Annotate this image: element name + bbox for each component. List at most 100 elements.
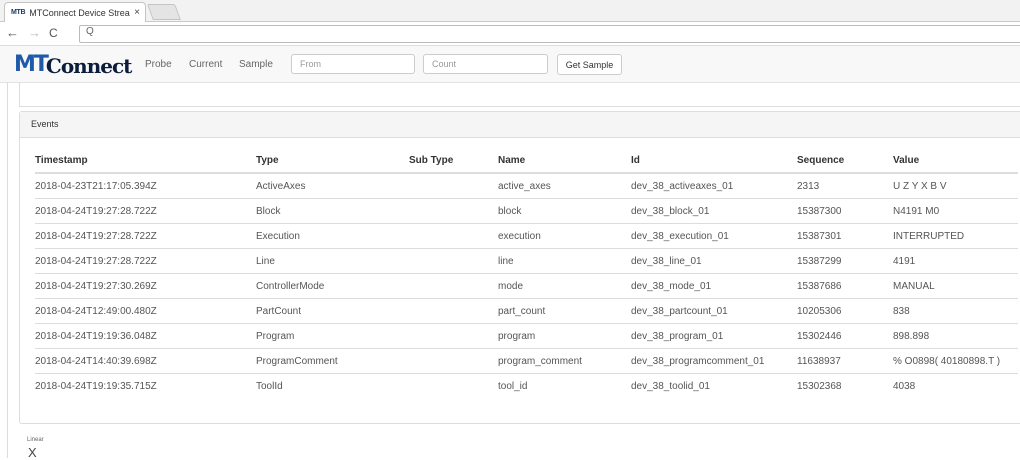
cell-value: 4038 — [893, 373, 1018, 398]
cell-type: ActiveAxes — [256, 180, 306, 192]
get-sample-button[interactable]: Get Sample — [557, 54, 622, 75]
cell-name: active_axes — [498, 180, 551, 192]
cell-sub-type — [409, 223, 498, 249]
cell-type: PartCount — [256, 298, 409, 324]
back-arrow-icon[interactable]: ← — [6, 25, 19, 41]
cell-sequence: 15387299 — [797, 248, 893, 274]
column-header-sub-type[interactable]: Sub Type — [409, 148, 498, 174]
cell-sequence: 15387301 — [797, 223, 893, 249]
cell-value: N4191 M0 — [893, 198, 1018, 224]
cell-timestamp: 2018-04-24T19:27:30.269Z — [35, 273, 256, 299]
cell-sub-type — [409, 348, 498, 374]
logo-connect: Connect — [45, 54, 132, 78]
cell-id: dev_38_programcomment_01 — [631, 348, 797, 374]
cell-id: dev_38_activeaxes_01 — [631, 180, 734, 192]
column-header-type[interactable]: Type — [256, 148, 409, 174]
count-input[interactable] — [423, 54, 548, 74]
cell-sequence: 15302446 — [797, 323, 893, 349]
nav-current-link[interactable]: Current — [189, 59, 222, 70]
cell-sequence: 15302368 — [797, 373, 893, 398]
cell-sub-type — [409, 273, 498, 299]
mtconnect-logo[interactable]: MT Connect — [14, 52, 132, 78]
column-header-sequence[interactable]: Sequence — [797, 148, 893, 174]
favicon-icon: MTB — [11, 9, 26, 16]
cell-name: mode — [498, 273, 631, 299]
events-table: Timestamp Type Sub Type Name Id Sequence… — [35, 148, 1018, 398]
cell-id: dev_38_line_01 — [631, 248, 797, 274]
cell-id: dev_38_execution_01 — [631, 223, 797, 249]
previous-panel — [19, 82, 1020, 107]
table-row: 2018-04-24T19:27:28.722Z Execution execu… — [35, 223, 1018, 249]
cell-name: line — [498, 248, 631, 274]
cell-type: ToolId — [256, 373, 409, 398]
column-header-id[interactable]: Id — [631, 148, 797, 174]
table-row: 2018-04-24T14:40:39.698Z ProgramComment … — [35, 348, 1018, 374]
cell-name: execution — [498, 223, 631, 249]
cell-name: block — [498, 198, 631, 224]
table-row: 2018-04-24T19:19:35.715Z ToolId tool_id … — [35, 373, 1018, 398]
cell-sequence: 10205306 — [797, 298, 893, 324]
app-header: MT Connect Probe Current Sample Get Samp… — [0, 46, 1020, 83]
column-header-value[interactable]: Value — [893, 148, 1018, 174]
cell-sub-type — [409, 198, 498, 224]
reload-icon[interactable]: C — [49, 25, 58, 41]
table-header-row: Timestamp Type Sub Type Name Id Sequence… — [35, 148, 1018, 174]
table-row: 2018-04-24T12:49:00.480Z PartCount part_… — [35, 298, 1018, 324]
cell-type: Line — [256, 248, 409, 274]
cell-timestamp: 2018-04-24T14:40:39.698Z — [35, 348, 256, 374]
cell-sub-type — [409, 373, 498, 398]
from-input[interactable] — [291, 54, 415, 74]
tab-title: MTConnect Device Strea — [29, 7, 130, 18]
cell-sequence: 15387686 — [797, 273, 893, 299]
cell-type: Program — [256, 323, 409, 349]
cell-name: part_count — [498, 298, 631, 324]
events-heading: Events — [20, 112, 1020, 138]
content-border — [7, 82, 8, 458]
cell-timestamp: 2018-04-24T19:27:28.722Z — [35, 223, 256, 249]
address-bar[interactable]: Q — [79, 25, 1020, 43]
cell-type: ProgramComment — [256, 348, 409, 374]
search-icon: Q — [86, 26, 94, 37]
cell-timestamp: 2018-04-24T12:49:00.480Z — [35, 298, 256, 324]
cell-sub-type — [409, 323, 498, 349]
table-row: 2018-04-24T19:27:28.722Z Line line dev_3… — [35, 248, 1018, 274]
table-row: 2018-04-24T19:27:28.722Z Block block dev… — [35, 198, 1018, 224]
cell-sub-type — [409, 173, 498, 199]
events-panel: Events Timestamp Type Sub Type Name Id S… — [19, 111, 1020, 424]
logo-mt: MT — [14, 52, 49, 77]
cell-type: Execution — [256, 223, 409, 249]
cell-timestamp: 2018-04-23T21:17:05.394Z — [35, 180, 157, 192]
cell-sequence: 11638937 — [797, 348, 893, 374]
cell-value: 838 — [893, 298, 1018, 324]
close-tab-icon[interactable]: × — [134, 7, 140, 18]
column-header-name[interactable]: Name — [498, 148, 631, 174]
nav-sample-link[interactable]: Sample — [239, 59, 273, 70]
cell-sequence: 2313 — [797, 180, 820, 192]
table-row: 2018-04-23T21:17:05.394Z ActiveAxes acti… — [35, 173, 1018, 199]
cell-type: ControllerMode — [256, 273, 409, 299]
browser-tab-strip: MTB MTConnect Device Strea × — [0, 0, 1020, 22]
cell-value: U Z Y X B V — [893, 180, 947, 192]
new-tab-button[interactable] — [147, 4, 181, 20]
browser-tab[interactable]: MTB MTConnect Device Strea × — [4, 2, 146, 22]
cell-type: Block — [256, 198, 409, 224]
cell-value: % O0898( 40180898.T ) — [893, 348, 1018, 374]
forward-arrow-icon[interactable]: → — [28, 25, 41, 41]
cell-sub-type — [409, 248, 498, 274]
cell-value: 4191 — [893, 248, 1018, 274]
cell-id: dev_38_mode_01 — [631, 273, 797, 299]
cell-sequence: 15387300 — [797, 198, 893, 224]
cell-id: dev_38_program_01 — [631, 323, 797, 349]
cell-id: dev_38_toolid_01 — [631, 373, 797, 398]
cell-timestamp: 2018-04-24T19:27:28.722Z — [35, 248, 256, 274]
cell-name: program — [498, 323, 631, 349]
table-row: 2018-04-24T19:27:30.269Z ControllerMode … — [35, 273, 1018, 299]
cell-timestamp: 2018-04-24T19:27:28.722Z — [35, 198, 256, 224]
nav-probe-link[interactable]: Probe — [145, 59, 172, 70]
cell-value: 898.898 — [893, 323, 1018, 349]
linear-section-label: Linear — [27, 437, 44, 443]
column-header-timestamp[interactable]: Timestamp — [35, 148, 256, 174]
cell-name: tool_id — [498, 373, 631, 398]
browser-toolbar: ← → C Q — [0, 22, 1020, 46]
cell-value: INTERRUPTED — [893, 223, 1018, 249]
